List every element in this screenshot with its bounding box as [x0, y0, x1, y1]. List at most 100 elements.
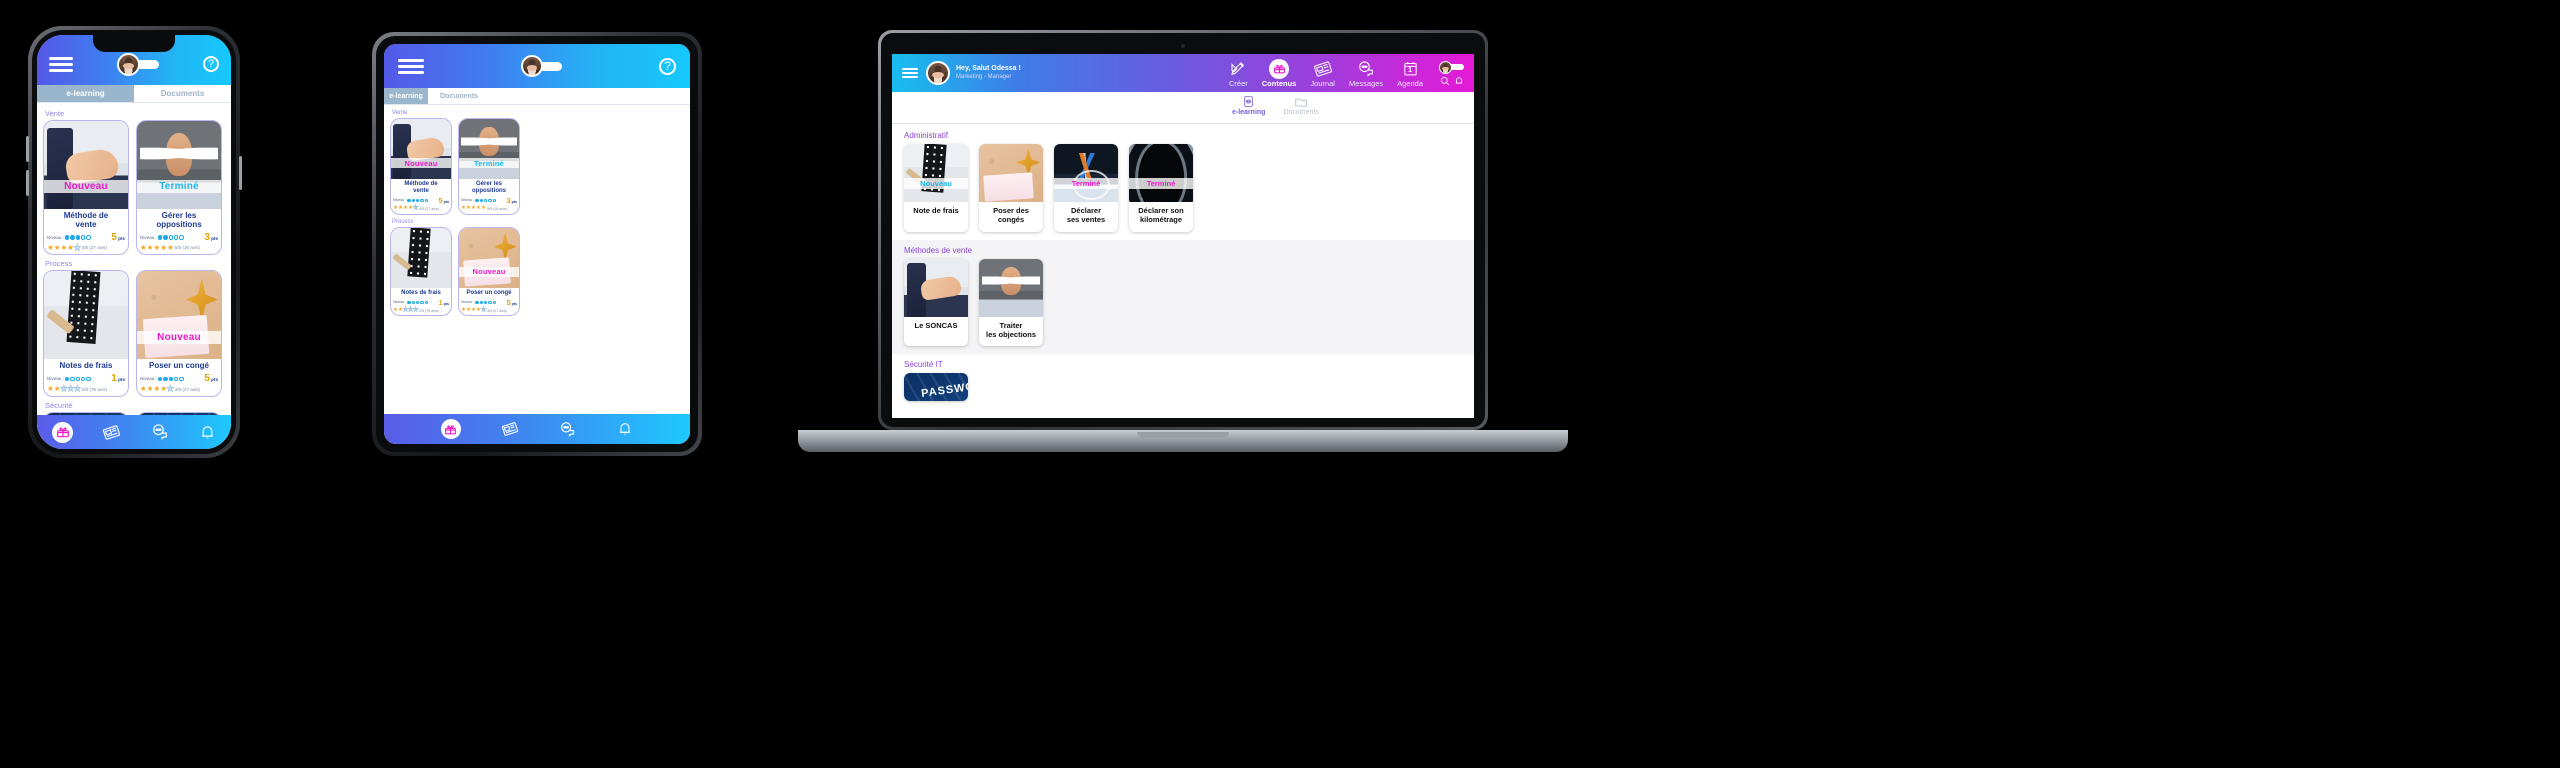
content-card[interactable]	[904, 373, 968, 402]
laptop-trackpad-notch	[1137, 432, 1229, 438]
phone-content[interactable]: Vente Nouveau Méthode de vente Niveau : 5…	[37, 103, 231, 449]
course-card[interactable]: Nouveau Poser un congé Niveau : 5 pts ★ ★…	[136, 270, 222, 397]
nav-item-creer[interactable]: Créer	[1229, 59, 1248, 88]
subtab-e-learning[interactable]: e-learning	[1232, 94, 1265, 116]
rating-star: ★	[47, 384, 54, 394]
search-icon[interactable]	[1440, 76, 1450, 86]
rating-star: ★	[140, 242, 147, 252]
course-card[interactable]: Nouveau Méthode de vente Niveau : 5 pts ★…	[390, 118, 452, 215]
nav-label: Contenus	[1261, 78, 1297, 88]
level-dot	[81, 376, 86, 382]
card-rating-row: ★ ★ ★ ★ ★ 5/5 (16 avis)	[140, 244, 218, 252]
card-rating-row: ★ ★ ★ ★ ★ 4/5 (27 avis)	[461, 306, 517, 314]
nav-item-contenus[interactable]: Contenus	[1261, 58, 1297, 88]
nav-item-messages[interactable]: Messages	[1349, 59, 1383, 88]
card-title: Notes de frais	[401, 289, 441, 296]
course-card[interactable]: Nouveau Poser un congé Niveau : 5 pts ★ ★…	[458, 226, 520, 317]
nav-item-agenda[interactable]: 1 Agenda	[1397, 59, 1423, 88]
card-list	[904, 373, 1462, 402]
nav-label: Agenda	[1397, 78, 1423, 88]
content-card[interactable]: Le SONCAS	[904, 258, 968, 347]
points-value: 3 pts	[204, 231, 218, 243]
t-cork	[459, 227, 519, 288]
help-icon[interactable]: ?	[203, 56, 219, 72]
nav-notifications-bell-icon[interactable]	[199, 424, 216, 441]
laptop-content[interactable]: Administratif Nouveau Note de frais Pose…	[892, 125, 1474, 418]
level-dots	[475, 198, 497, 203]
card-list: Nouveau Méthode de vente Niveau : 5 pts ★…	[43, 120, 225, 256]
section: Process Notes de frais Niveau : 1 pts ★ ★…	[390, 219, 684, 317]
status-badge: Nouveau	[904, 178, 968, 190]
laptop-main-nav: Créer Contenus Journal Messages 1 Agenda	[1229, 58, 1423, 88]
level-dots	[407, 198, 429, 203]
section-title: Process	[392, 218, 414, 225]
tablet-topbar: ?	[384, 44, 690, 88]
avatar[interactable]	[926, 61, 950, 85]
screenshot-stage: ? e-learning Documents Vente Nouveau Mét…	[0, 0, 2560, 768]
content-card[interactable]: Terminé Déclarer ses ventes	[1054, 144, 1118, 232]
subtab-label: e-learning	[1232, 109, 1266, 116]
hamburger-icon[interactable]	[398, 58, 424, 74]
nav-journal-news-icon[interactable]	[103, 424, 121, 441]
hamburger-icon[interactable]	[49, 49, 73, 72]
avatar[interactable]	[1439, 60, 1452, 74]
card-level-row: Niveau : 3 pts	[461, 196, 517, 205]
section: Process Notes de frais Niveau : 1 pts ★ ★…	[43, 259, 225, 397]
level-label: Niveau :	[461, 198, 497, 203]
course-card[interactable]: Nouveau Méthode de vente Niveau : 5 pts ★…	[43, 120, 129, 256]
help-icon[interactable]: ?	[659, 57, 676, 75]
content-card[interactable]: Poser des congés	[979, 144, 1043, 232]
tablet-content[interactable]: Vente Nouveau Méthode de vente Niveau : 5…	[384, 105, 690, 412]
nav-contenus-gift-icon[interactable]	[440, 419, 461, 439]
content-card[interactable]: Nouveau Note de frais	[904, 144, 968, 232]
content-card[interactable]: Terminé Déclarer son kilométrage	[1129, 144, 1193, 232]
card-level-row: Niveau : 5 pts	[461, 298, 517, 307]
laptop-subtabs: e-learning Documents	[892, 92, 1474, 124]
level-dots	[157, 235, 184, 240]
card-title: Poser un congé	[148, 361, 209, 371]
tab-documents[interactable]: Documents	[428, 88, 490, 104]
tab-documents[interactable]: Documents	[134, 85, 231, 102]
card-body: Notes de frais Niveau : 1 pts ★ ★ ★ ★ ★ 2/5 …	[391, 288, 451, 316]
avatar	[521, 55, 543, 77]
course-card[interactable]: Terminé Gérer les oppositions Niveau : 3 …	[136, 120, 222, 256]
section-title: Administratif	[904, 131, 949, 140]
nav-messages-chat-icon[interactable]	[559, 421, 576, 438]
rating-star: ★	[67, 384, 75, 394]
nav-notifications-bell-icon[interactable]	[617, 421, 633, 437]
subtab-documents[interactable]: Documents	[1283, 94, 1319, 116]
section: Administratif Nouveau Note de frais Pose…	[892, 125, 1474, 240]
course-card[interactable]: Notes de frais Niveau : 1 pts ★ ★ ★ ★ ★ 2/5 …	[43, 270, 129, 397]
laptop-screen: Hey, Salut Odessa ! Marketing - Manager …	[892, 54, 1474, 418]
t-notes	[904, 144, 968, 202]
level-dot	[81, 235, 86, 240]
course-card[interactable]: Notes de frais Niveau : 1 pts ★ ★ ★ ★ ★ 2/5 …	[390, 226, 452, 317]
level-dots	[475, 300, 497, 304]
status-badge: Nouveau	[391, 158, 451, 169]
tab-e-learning[interactable]: e-learning	[37, 85, 134, 102]
level-label: Niveau :	[461, 300, 497, 304]
level-label: Niveau :	[47, 235, 91, 240]
course-card[interactable]: Terminé Gérer les oppositions Niveau : 3 …	[458, 118, 520, 215]
card-title: Déclarer ses ventes	[1066, 206, 1106, 224]
level-dot	[420, 300, 424, 304]
rating-star: ★	[166, 384, 174, 394]
card-body: Poser un congé Niveau : 5 pts ★ ★ ★ ★ ★ 4/5 …	[459, 288, 519, 316]
rating-star: ★	[413, 306, 419, 313]
rating-text: 4/5 (27 avis)	[81, 245, 107, 251]
tablet-avatar-pill[interactable]	[521, 55, 562, 77]
bell-icon[interactable]	[1454, 76, 1464, 86]
hamburger-icon[interactable]	[902, 68, 918, 78]
card-title: Le SONCAS	[914, 320, 958, 330]
level-dot	[168, 376, 174, 382]
nav-journal-news-icon[interactable]	[501, 421, 518, 437]
rating-star: ★	[413, 204, 419, 211]
nav-messages-chat-icon[interactable]	[151, 423, 169, 441]
t-chart	[1054, 144, 1118, 202]
tab-e-learning[interactable]: e-learning	[384, 88, 428, 104]
rating-star: ★	[481, 306, 487, 313]
nav-contenus-gift-icon[interactable]	[52, 421, 74, 443]
content-card[interactable]: Traiter les objections	[979, 258, 1043, 347]
level-dot	[86, 376, 91, 382]
nav-item-journal[interactable]: Journal	[1310, 59, 1335, 88]
